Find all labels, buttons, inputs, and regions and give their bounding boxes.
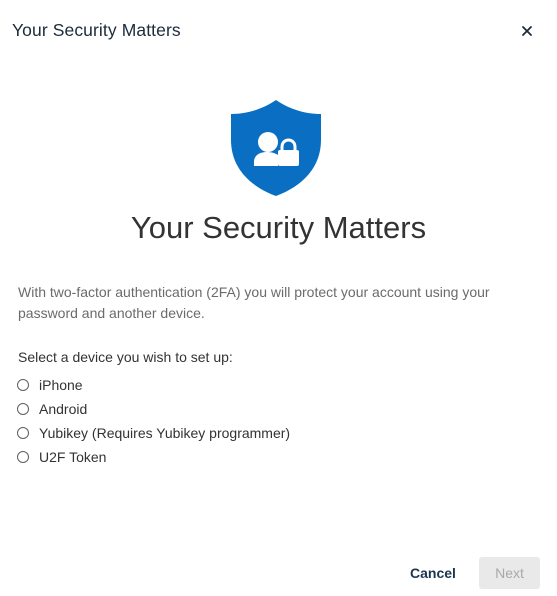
dialog-footer: Cancel Next [0, 550, 557, 596]
device-option-u2f-token[interactable]: U2F Token [17, 445, 290, 469]
radio-button[interactable] [17, 379, 29, 391]
device-option-label: Android [39, 401, 88, 417]
device-select-prompt: Select a device you wish to set up: [18, 349, 233, 365]
dialog-title: Your Security Matters [12, 20, 181, 40]
device-option-iphone[interactable]: iPhone [17, 373, 290, 397]
radio-button[interactable] [17, 427, 29, 439]
device-options-list: iPhone Android Yubikey (Requires Yubikey… [17, 373, 290, 469]
hero-title: Your Security Matters [130, 210, 427, 245]
close-button[interactable] [516, 20, 538, 42]
device-option-android[interactable]: Android [17, 397, 290, 421]
radio-button[interactable] [17, 403, 29, 415]
device-option-label: U2F Token [39, 449, 107, 465]
device-option-label: Yubikey (Requires Yubikey programmer) [39, 425, 291, 441]
device-option-label: iPhone [39, 377, 83, 393]
description-text: With two-factor authentication (2FA) you… [18, 284, 490, 321]
cancel-button[interactable]: Cancel [398, 557, 468, 589]
close-icon [522, 26, 532, 36]
shield-user-lock-icon [230, 100, 322, 196]
device-option-yubikey[interactable]: Yubikey (Requires Yubikey programmer) [17, 421, 290, 445]
dialog-header: Your Security Matters [0, 0, 557, 62]
radio-button[interactable] [17, 451, 29, 463]
next-button[interactable]: Next [479, 557, 540, 589]
security-setup-dialog: Your Security Matters Your Security Matt… [0, 0, 557, 596]
